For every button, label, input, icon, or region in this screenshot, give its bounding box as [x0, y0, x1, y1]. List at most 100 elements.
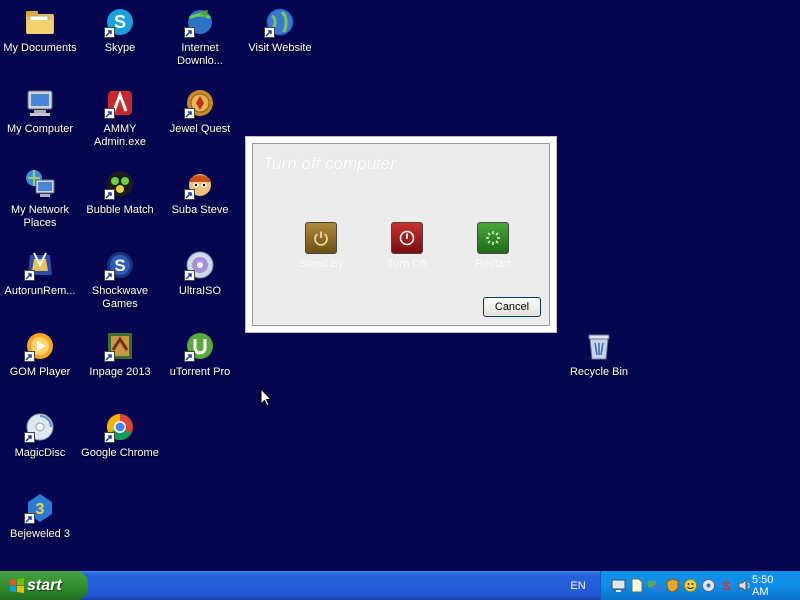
recycle-bin-icon [583, 330, 615, 362]
smiley-icon[interactable] [683, 578, 698, 593]
desktop-icon-internet-download-manager[interactable]: Internet Downlo... [160, 2, 240, 80]
svg-text:S: S [114, 256, 125, 275]
svg-text:S: S [722, 579, 730, 593]
desktop-icon-utorrent-pro[interactable]: uTorrent Pro [160, 326, 240, 404]
turn-off-computer-dialog: Turn off computer Stand By Turn Off Rest… [245, 136, 557, 333]
icon-label: Visit Website [248, 42, 312, 54]
desktop-icon-my-network-places[interactable]: My Network Places [0, 164, 80, 242]
autorun-remover-icon [24, 249, 56, 281]
svg-text:3: 3 [36, 501, 45, 518]
magicdisc-icon [24, 411, 56, 443]
skype-tray-icon[interactable]: S [719, 578, 734, 593]
shortcut-arrow-icon [24, 513, 35, 524]
desktop-icon-my-documents[interactable]: My Documents [0, 2, 80, 80]
desktop-icon-shockwave-games[interactable]: S Shockwave Games [80, 245, 160, 323]
mouse-cursor-icon [260, 388, 272, 407]
shortcut-arrow-icon [184, 189, 195, 200]
stand-by-label: Stand By [298, 258, 344, 270]
icon-label: AMMY Admin.exe [94, 123, 146, 148]
stand-by-button[interactable]: Stand By [281, 222, 361, 270]
desktop-icon-bubble-match[interactable]: Bubble Match [80, 164, 160, 242]
icon-label: Skype [104, 42, 136, 54]
icon-label: Inpage 2013 [89, 366, 151, 378]
shield-icon[interactable] [665, 578, 680, 593]
turn-off-icon [391, 222, 423, 254]
bubble-match-icon [104, 168, 136, 200]
desktop-icon-ultraiso[interactable]: UltraISO [160, 245, 240, 323]
shortcut-arrow-icon [104, 189, 115, 200]
shortcut-arrow-icon [184, 270, 195, 281]
shortcut-arrow-icon [184, 351, 195, 362]
icon-label: Google Chrome [81, 447, 159, 459]
icon-label: UltraISO [178, 285, 222, 297]
shortcut-arrow-icon [184, 108, 195, 119]
turn-off-button[interactable]: Turn Off [367, 222, 447, 270]
suba-steve-icon [184, 168, 216, 200]
start-button[interactable]: start [0, 571, 88, 600]
dialog-title: Turn off computer [263, 154, 396, 173]
dialog-panel: Turn off computer Stand By Turn Off Rest… [252, 143, 550, 326]
icon-label: MagicDisc [14, 447, 66, 459]
icon-label: My Network Places [10, 204, 70, 229]
desktop-icon-bejeweled-3[interactable]: 3 Bejeweled 3 [0, 488, 80, 566]
shortcut-arrow-icon [104, 108, 115, 119]
taskbar: start EN S 5:50 AM [0, 571, 800, 600]
shortcut-arrow-icon [104, 270, 115, 281]
notepad-icon[interactable] [629, 578, 644, 593]
my-documents-icon [24, 6, 56, 38]
clock[interactable]: 5:50 AM [752, 574, 786, 598]
ammy-admin-icon [104, 87, 136, 119]
utorrent-icon [184, 330, 216, 362]
icon-label: Bubble Match [86, 204, 154, 216]
ultraiso-icon [184, 249, 216, 281]
speaker-icon[interactable] [737, 578, 752, 593]
network-icon[interactable] [647, 578, 662, 593]
icon-label: Bejeweled 3 [10, 528, 70, 540]
desktop-icon-skype[interactable]: S Skype [80, 2, 160, 80]
cancel-button[interactable]: Cancel [483, 297, 541, 317]
gom-player-icon [24, 330, 56, 362]
system-tray: S 5:50 AM [600, 571, 800, 600]
desktop-icon-ammy-admin[interactable]: AMMY Admin.exe [80, 83, 160, 161]
skype-icon: S [104, 6, 136, 38]
desktop-icon-suba-steve[interactable]: Suba Steve [160, 164, 240, 242]
restart-icon [477, 222, 509, 254]
icon-label: My Computer [6, 123, 74, 135]
desktop-icon-my-computer[interactable]: My Computer [0, 83, 80, 161]
icon-label: GOM Player [9, 366, 71, 378]
desktop-icon-recycle-bin[interactable]: Recycle Bin [559, 326, 639, 404]
desktop-icon-google-chrome[interactable]: Google Chrome [80, 407, 160, 485]
desktop-icon-visit-website[interactable]: Visit Website [240, 2, 320, 80]
desktop-icon-jewel-quest[interactable]: Jewel Quest [160, 83, 240, 161]
shortcut-arrow-icon [264, 27, 275, 38]
globe-icon [264, 6, 296, 38]
jewel-quest-icon [184, 87, 216, 119]
restart-button[interactable]: Restart [453, 222, 533, 270]
icon-label: Shockwave Games [91, 285, 149, 310]
shockwave-icon: S [104, 249, 136, 281]
volume-icon[interactable] [701, 578, 716, 593]
internet-download-manager-icon [184, 6, 216, 38]
icon-label: uTorrent Pro [169, 366, 231, 378]
desktop-icon-inpage-2013[interactable]: Inpage 2013 [80, 326, 160, 404]
restart-label: Restart [475, 258, 511, 270]
network-places-icon [24, 168, 56, 200]
chrome-icon [104, 411, 136, 443]
shortcut-arrow-icon [104, 27, 115, 38]
icon-label: Suba Steve [171, 204, 229, 216]
svg-text:S: S [114, 12, 126, 32]
icon-label: Recycle Bin [569, 366, 629, 378]
stand-by-icon [305, 222, 337, 254]
desktop-icon-autorun-remover[interactable]: AutorunRem... [0, 245, 80, 323]
desktop-icon-gom-player[interactable]: GOM Player [0, 326, 80, 404]
desktop-icon-magicdisc[interactable]: MagicDisc [0, 407, 80, 485]
icon-label: AutorunRem... [4, 285, 76, 297]
monitor-icon[interactable] [611, 578, 626, 593]
icon-label: Jewel Quest [169, 123, 231, 135]
language-indicator[interactable]: EN [566, 571, 590, 600]
inpage-icon [104, 330, 136, 362]
shortcut-arrow-icon [104, 432, 115, 443]
icon-label: My Documents [3, 42, 77, 54]
shortcut-arrow-icon [24, 351, 35, 362]
start-label: start [27, 576, 62, 594]
